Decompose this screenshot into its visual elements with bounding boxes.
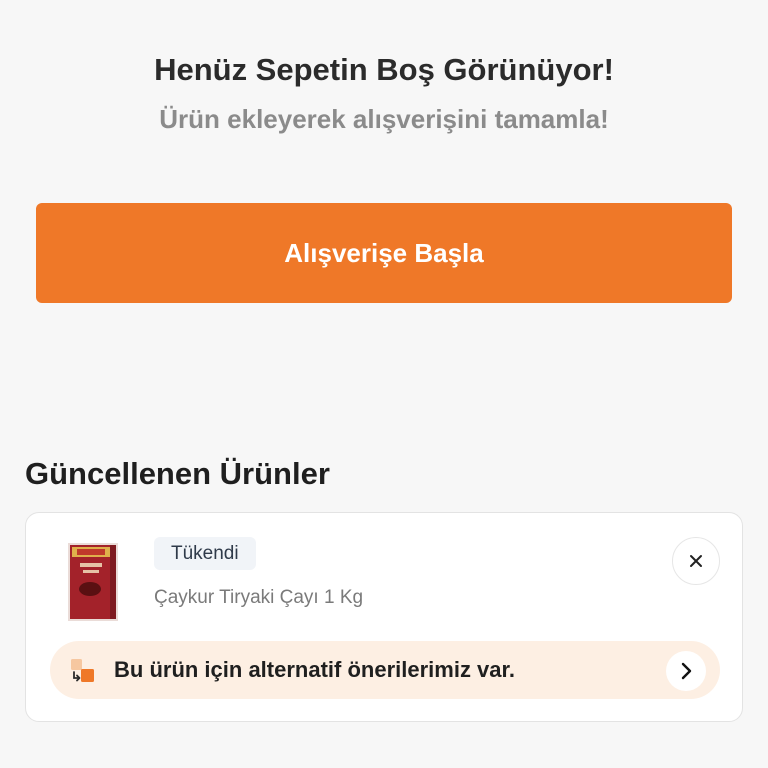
remove-product-button[interactable] [672,537,720,585]
cart-page: Henüz Sepetin Boş Görünüyor! Ürün ekleye… [0,0,768,768]
empty-cart-subtitle: Ürün ekleyerek alışverişini tamamla! [159,104,609,134]
alternatives-open-button[interactable] [666,651,706,691]
updated-product-card: Tükendi Çaykur Tiryaki Çayı 1 Kg Bu ürün… [25,512,743,722]
tea-package-icon [62,539,124,623]
status-badge: Tükendi [154,537,256,570]
chevron-right-icon [681,662,692,680]
product-name: Çaykur Tiryaki Çayı 1 Kg [154,587,364,608]
empty-cart-title: Henüz Sepetin Boş Görünüyor! [154,52,614,87]
swap-icon [69,657,97,685]
close-icon [690,555,702,567]
section-title-updated-products: Güncellenen Ürünler [25,456,330,491]
start-shopping-button[interactable]: Alışverişe Başla [36,203,732,303]
alternatives-text: Bu ürün için alternatif önerilerimiz var… [114,657,515,682]
alternatives-banner[interactable]: Bu ürün için alternatif önerilerimiz var… [50,641,720,699]
